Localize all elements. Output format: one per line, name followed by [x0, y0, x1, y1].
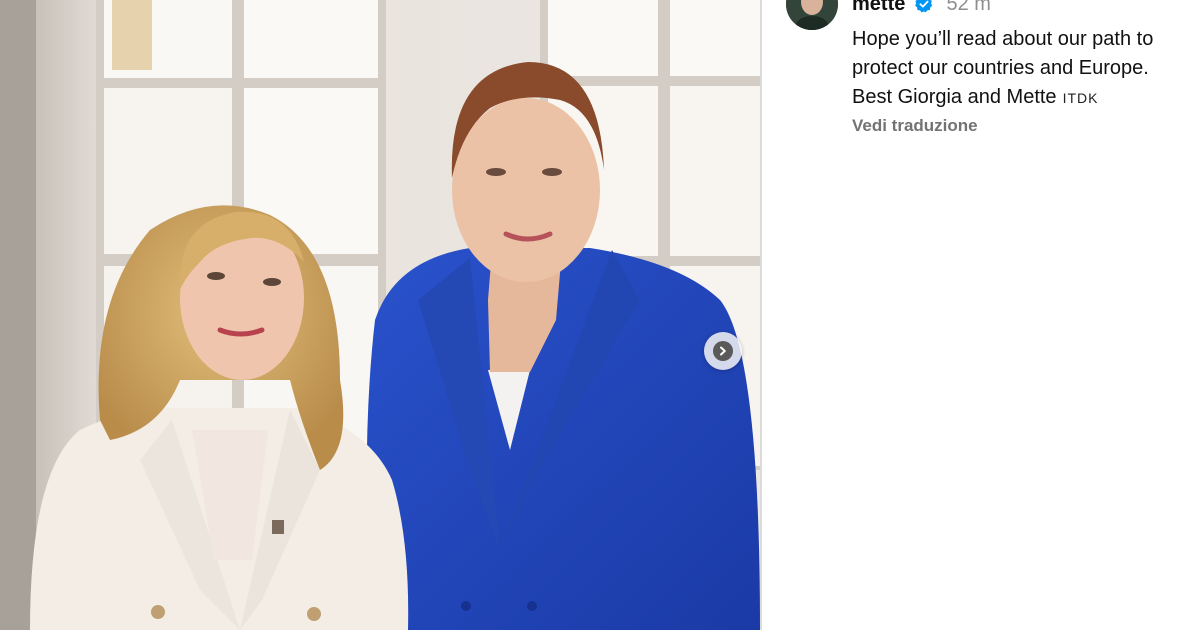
comment-header: mette 52 m: [852, 0, 1198, 19]
comment-body: mette 52 m Hope you’ll read about our pa…: [852, 0, 1198, 137]
see-translation-link[interactable]: Vedi traduzione: [852, 115, 1198, 137]
carousel-next-button[interactable]: [704, 332, 742, 370]
panel-divider: [760, 0, 762, 630]
caption-line: Best Giorgia and Mette ITDK: [852, 83, 1198, 113]
caption-text: Hope you’ll read about our path to prote…: [852, 25, 1198, 113]
instagram-post-view: mette 52 m Hope you’ll read about our pa…: [0, 0, 1200, 630]
flag-emojis: ITDK: [1062, 90, 1099, 106]
verified-badge-icon: [915, 0, 933, 19]
post-photo[interactable]: [0, 0, 760, 630]
photo-illustration: [0, 0, 760, 630]
avatar[interactable]: [786, 0, 838, 30]
username-link[interactable]: mette: [852, 0, 905, 15]
caption-line: protect our countries and Europe.: [852, 57, 1149, 79]
caption-line-text: Best Giorgia and Mette: [852, 86, 1057, 108]
caption-line: Hope you’ll read about our path to: [852, 28, 1154, 50]
chevron-right-icon: [713, 341, 733, 361]
comment-timestamp: 52 m: [946, 0, 991, 15]
